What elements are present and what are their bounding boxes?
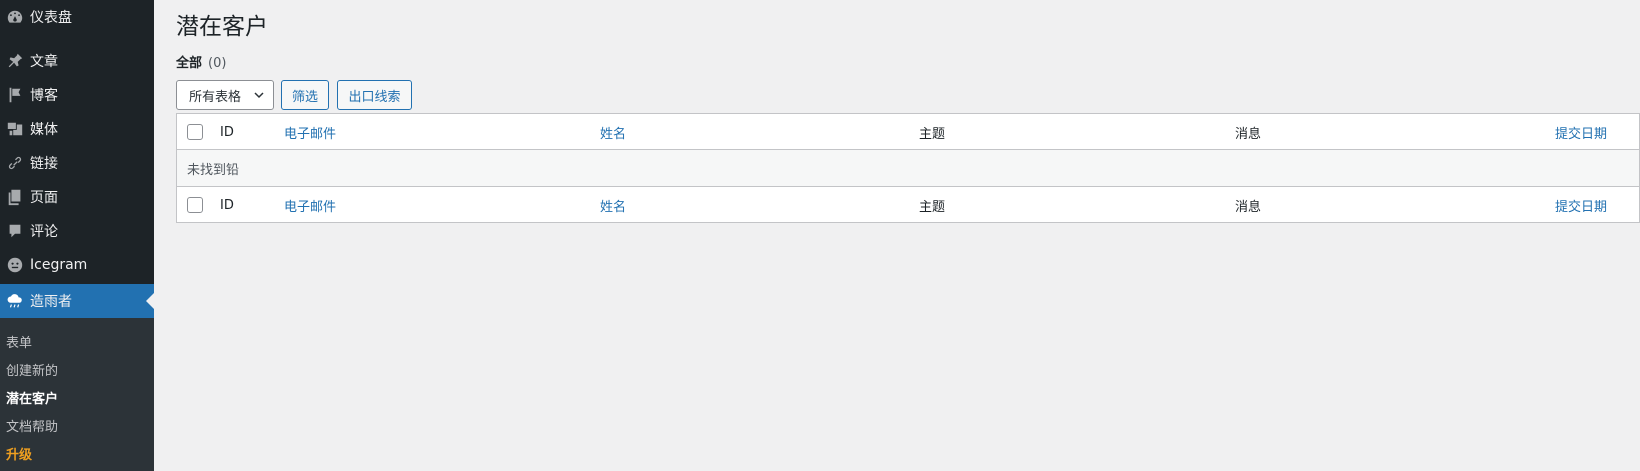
sidebar-item-label: 链接: [30, 156, 58, 172]
column-header-submit-date[interactable]: 提交日期: [1555, 114, 1607, 150]
column-header-name[interactable]: 姓名: [600, 114, 626, 150]
admin-sidebar: 仪表盘 文章 博客 媒体 链接 页面 评论 Icegram 造雨者 表单 创建新…: [0, 0, 154, 471]
column-header-email[interactable]: 电子邮件: [284, 114, 336, 150]
column-header-subject: 主题: [919, 126, 946, 142]
sidebar-item-label: 媒体: [30, 122, 58, 138]
sidebar-item-label: 博客: [30, 88, 58, 104]
column-footer-submit-date[interactable]: 提交日期: [1555, 187, 1607, 223]
flag-icon: [0, 86, 30, 104]
active-indicator: [146, 293, 154, 309]
column-footer-subject: 主题: [919, 199, 946, 215]
submenu-item-docs-help[interactable]: 文档帮助: [6, 416, 58, 435]
sidebar-item-links[interactable]: 链接: [0, 150, 154, 176]
sidebar-item-posts[interactable]: 文章: [0, 48, 154, 74]
sidebar-item-blog[interactable]: 博客: [0, 82, 154, 108]
pin-icon: [0, 52, 30, 70]
dashboard-icon: [0, 8, 30, 26]
submenu-item-upgrade[interactable]: 升级: [6, 444, 32, 463]
sidebar-item-dashboard[interactable]: 仪表盘: [0, 4, 154, 30]
link-icon: [0, 154, 30, 172]
sidebar-item-label: 文章: [30, 54, 58, 70]
submenu-item-leads[interactable]: 潜在客户: [6, 388, 58, 407]
comment-icon: [0, 222, 30, 240]
rain-cloud-icon: [0, 292, 30, 310]
page-icon: [0, 188, 30, 206]
filter-button[interactable]: 筛选: [281, 80, 329, 110]
select-all-checkbox-footer[interactable]: [187, 197, 203, 213]
export-leads-button[interactable]: 出口线索: [337, 80, 412, 110]
icegram-icon: [0, 256, 30, 274]
sidebar-item-comments[interactable]: 评论: [0, 218, 154, 244]
sidebar-item-pages[interactable]: 页面: [0, 184, 154, 210]
table-header-row: ID 电子邮件 姓名 主题 消息 提交日期: [177, 114, 1639, 150]
table-footer-row: ID 电子邮件 姓名 主题 消息 提交日期: [177, 186, 1639, 222]
column-footer-id: ID: [220, 197, 234, 213]
form-filter-select[interactable]: 所有表格: [176, 80, 274, 110]
leads-table: ID 电子邮件 姓名 主题 消息 提交日期 未找到铅 ID 电子邮件 姓名 主题…: [176, 113, 1640, 223]
media-icon: [0, 120, 30, 138]
view-filter-links: 全部 (0): [176, 52, 226, 71]
column-header-message: 消息: [1235, 126, 1262, 142]
sidebar-item-media[interactable]: 媒体: [0, 116, 154, 142]
sidebar-item-label: 评论: [30, 224, 58, 240]
sidebar-item-label: 造雨者: [30, 294, 72, 310]
view-all-count: (0): [208, 56, 227, 71]
column-footer-email[interactable]: 电子邮件: [284, 187, 336, 223]
sidebar-item-label: Icegram: [30, 257, 88, 273]
table-empty-row: 未找到铅: [177, 150, 1639, 186]
sidebar-item-label: 页面: [30, 190, 58, 206]
submenu-item-create-new[interactable]: 创建新的: [6, 360, 58, 379]
form-filter-value: 所有表格: [189, 89, 242, 105]
column-footer-message: 消息: [1235, 199, 1262, 215]
page-title: 潜在客户: [176, 14, 268, 40]
select-all-cell: [187, 114, 203, 150]
main-content: 潜在客户 全部 (0) 所有表格 筛选 出口线索 ID 电子邮件 姓名 主题 消息…: [154, 0, 1640, 471]
no-items-message: 未找到铅: [187, 162, 240, 178]
chevron-down-icon: [254, 92, 264, 99]
sidebar-submenu: 表单 创建新的 潜在客户 文档帮助 升级: [0, 318, 154, 471]
sidebar-item-label: 仪表盘: [30, 10, 72, 26]
select-all-cell-footer: [187, 187, 203, 223]
sidebar-item-icegram[interactable]: Icegram: [0, 252, 154, 278]
view-all-link[interactable]: 全部: [176, 56, 202, 71]
sidebar-item-rainmaker[interactable]: 造雨者: [0, 284, 154, 318]
submenu-item-forms[interactable]: 表单: [6, 332, 32, 351]
column-header-id: ID: [220, 124, 234, 140]
column-footer-name[interactable]: 姓名: [600, 187, 626, 223]
select-all-checkbox[interactable]: [187, 124, 203, 140]
